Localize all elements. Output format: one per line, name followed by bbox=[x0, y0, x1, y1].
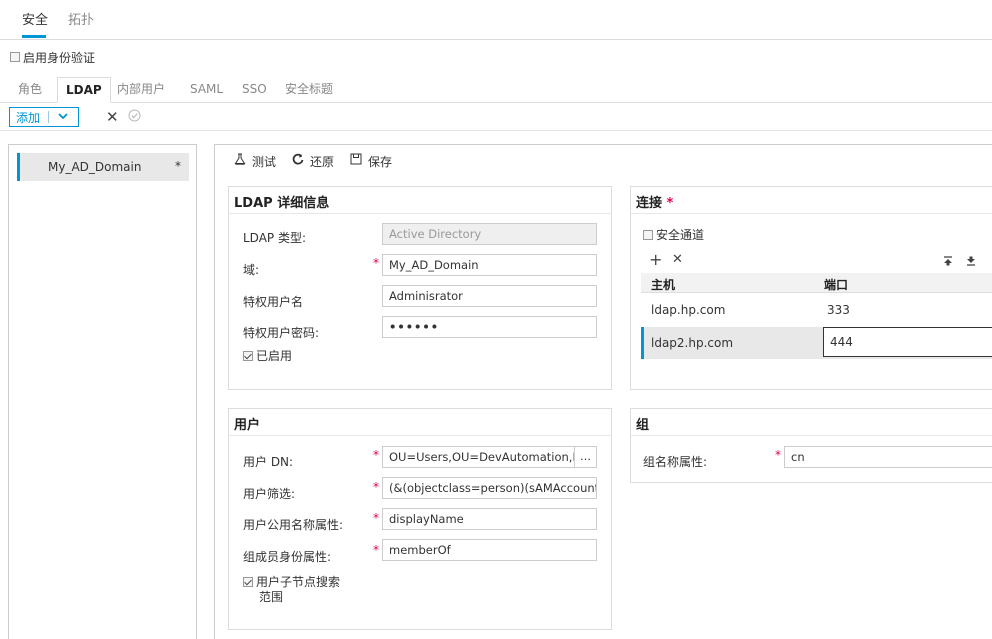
col-port-header: 端口 bbox=[824, 278, 849, 292]
priv-password-label: 特权用户密码: bbox=[243, 326, 320, 340]
table-row[interactable]: ldap.hp.com 333 bbox=[641, 294, 992, 326]
section-title: 连接 * bbox=[636, 196, 674, 211]
move-down-icon[interactable] bbox=[966, 255, 976, 269]
active-tab-indicator bbox=[22, 35, 46, 38]
toolbar-divider bbox=[0, 130, 992, 131]
required-mark: * bbox=[666, 196, 674, 211]
secure-channel-checkbox[interactable] bbox=[643, 230, 653, 240]
move-up-icon[interactable] bbox=[943, 255, 953, 269]
delete-icon[interactable]: ✕ bbox=[106, 108, 119, 126]
user-cn-attr-label: 用户公用名称属性: bbox=[243, 518, 344, 532]
section-title: 用户 bbox=[234, 418, 261, 433]
required-mark: * bbox=[373, 480, 379, 494]
revert-button[interactable]: 还原 bbox=[310, 153, 334, 170]
subtree-checkbox[interactable] bbox=[243, 577, 253, 587]
required-mark: * bbox=[373, 448, 379, 462]
priv-user-label: 特权用户名 bbox=[243, 295, 304, 309]
section-title: LDAP 详细信息 bbox=[234, 196, 330, 211]
col-host-header: 主机 bbox=[651, 278, 676, 292]
port-cell: 333 bbox=[827, 303, 850, 317]
required-mark: * bbox=[373, 543, 379, 557]
member-attr-field[interactable]: memberOf bbox=[382, 539, 597, 561]
ldap-type-field: Active Directory bbox=[382, 223, 597, 245]
user-filter-field[interactable]: (&(objectclass=person)(sAMAccountName bbox=[382, 477, 597, 499]
save-button[interactable]: 保存 bbox=[368, 153, 392, 170]
tab-sso[interactable]: SSO bbox=[234, 77, 275, 103]
chevron-down-icon[interactable] bbox=[49, 112, 77, 123]
add-icon[interactable]: + bbox=[649, 250, 662, 269]
tab-security-banner[interactable]: 安全标题 bbox=[277, 77, 341, 103]
unsaved-marker: * bbox=[175, 159, 181, 173]
tab-ldap[interactable]: LDAP bbox=[57, 77, 111, 103]
group-name-attr-label: 组名称属性: bbox=[643, 455, 708, 469]
secure-channel-label: 安全通道 bbox=[656, 228, 705, 242]
tab-roles[interactable]: 角色 bbox=[10, 77, 50, 103]
tab-internal-users[interactable]: 内部用户 bbox=[109, 77, 173, 103]
domain-field[interactable]: My_AD_Domain bbox=[382, 254, 597, 276]
required-mark: * bbox=[373, 256, 379, 270]
required-mark: * bbox=[373, 511, 379, 525]
enabled-row[interactable]: 已启用 bbox=[243, 349, 292, 364]
member-attr-label: 组成员身份属性: bbox=[243, 550, 332, 564]
group-name-attr-field[interactable]: cn bbox=[784, 446, 992, 468]
sub-tab-bar: 角色 LDAP 内部用户 SAML SSO 安全标题 bbox=[0, 77, 992, 103]
tab-topology[interactable]: 拓扑 bbox=[68, 9, 94, 28]
list-item[interactable]: My_AD_Domain * bbox=[17, 153, 189, 181]
add-button[interactable]: 添加 bbox=[9, 107, 79, 127]
enabled-checkbox[interactable] bbox=[243, 351, 253, 361]
top-tab-bar: 安全 拓扑 bbox=[0, 0, 992, 40]
priv-user-field[interactable]: Adminisrator bbox=[382, 285, 597, 307]
enable-auth-label: 启用身份验证 bbox=[23, 50, 96, 65]
revert-icon[interactable] bbox=[292, 153, 304, 169]
domain-label: 域: bbox=[243, 263, 260, 277]
host-cell: ldap2.hp.com bbox=[651, 336, 734, 350]
required-mark: * bbox=[775, 448, 781, 462]
test-button[interactable]: 测试 bbox=[252, 153, 276, 170]
subtree-row[interactable]: 用户子节点搜索 范围 bbox=[243, 575, 340, 605]
user-cn-attr-field[interactable]: displayName bbox=[382, 508, 597, 530]
tab-saml[interactable]: SAML bbox=[182, 77, 231, 103]
user-dn-value: OU=Users,OU=DevAutomation,DC=MyI bbox=[389, 450, 597, 464]
user-filter-label: 用户筛选: bbox=[243, 487, 296, 501]
save-icon[interactable] bbox=[350, 153, 362, 169]
secure-channel-row[interactable]: 安全通道 bbox=[643, 228, 704, 243]
user-dn-field[interactable]: OU=Users,OU=DevAutomation,DC=MyI … bbox=[382, 446, 597, 468]
tab-security[interactable]: 安全 bbox=[22, 9, 48, 28]
details-toolbar: 测试 还原 保存 bbox=[234, 152, 392, 170]
section-title: 组 bbox=[636, 418, 650, 433]
table-row[interactable]: ldap2.hp.com 444 bbox=[641, 327, 992, 359]
ldap-type-label: LDAP 类型: bbox=[243, 231, 307, 245]
confirm-icon[interactable] bbox=[128, 109, 141, 126]
user-dn-label: 用户 DN: bbox=[243, 455, 294, 469]
table-header: 主机 端口 bbox=[641, 273, 992, 293]
delete-icon[interactable]: ✕ bbox=[672, 252, 683, 267]
flask-icon[interactable] bbox=[234, 153, 246, 169]
add-button-label: 添加 bbox=[16, 110, 41, 125]
list-toolbar: 添加 ✕ bbox=[0, 107, 992, 129]
priv-password-field[interactable]: •••••• bbox=[382, 316, 597, 338]
subtree-label: 用户子节点搜索 范围 bbox=[256, 575, 341, 604]
enable-auth-row[interactable]: 启用身份验证 bbox=[10, 49, 95, 65]
host-cell: ldap.hp.com bbox=[651, 303, 726, 317]
domain-list: My_AD_Domain * bbox=[8, 144, 197, 639]
enable-auth-checkbox[interactable] bbox=[10, 52, 20, 62]
port-edit-field[interactable]: 444 bbox=[823, 327, 992, 357]
browse-button[interactable]: … bbox=[574, 447, 596, 467]
enabled-label: 已启用 bbox=[256, 349, 293, 363]
domain-name: My_AD_Domain bbox=[48, 160, 142, 174]
